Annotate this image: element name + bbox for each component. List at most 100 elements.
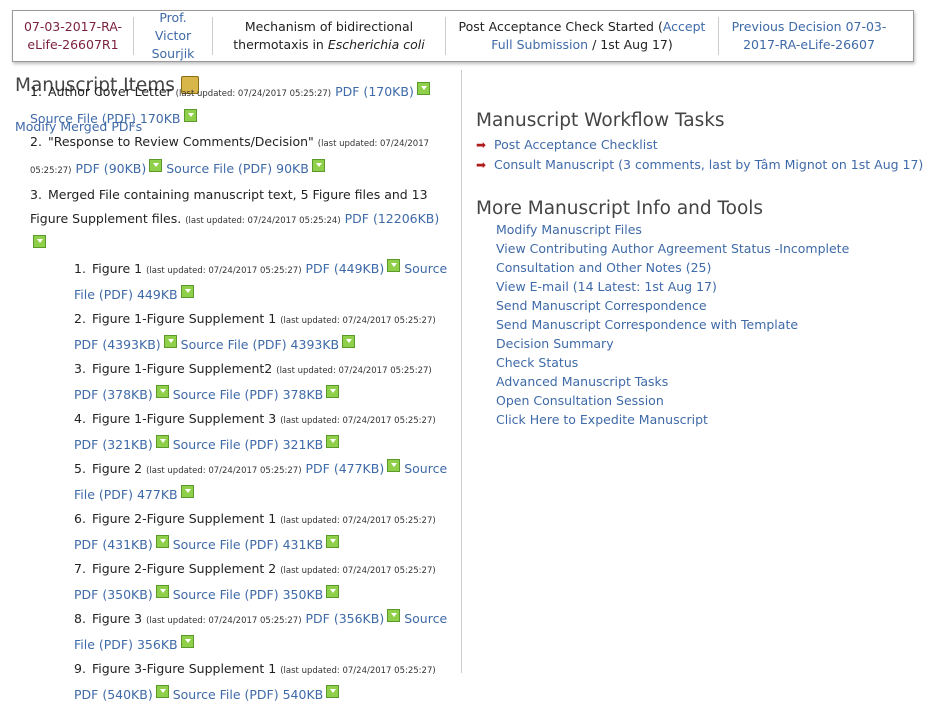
green-download-icon[interactable] [180, 285, 194, 298]
item-label: Figure 1-Figure Supplement 1 [91, 310, 277, 326]
tool-item: Advanced Manuscript Tasks [496, 372, 926, 391]
pdf-link[interactable]: PDF (477KB) [306, 461, 385, 476]
author-link[interactable]: Prof. Victor Sourjik [134, 9, 212, 63]
pdf-link[interactable]: PDF (356KB) [306, 611, 385, 626]
source-file-link[interactable]: Source File (PDF) 4393KB [181, 337, 339, 352]
green-download-icon[interactable] [416, 82, 430, 95]
workflow-task: ➡ Post Acceptance Checklist [476, 135, 926, 155]
green-download-icon[interactable] [326, 585, 340, 598]
tool-link[interactable]: Modify Manuscript Files [496, 222, 642, 237]
item-number: 6. [74, 510, 86, 526]
tool-item: Consultation and Other Notes (25) [496, 258, 926, 277]
tool-item: View Contributing Author Agreement Statu… [496, 239, 926, 258]
previous-decision-link[interactable]: Previous Decision 07-03-2017-RA-eLife-26… [719, 18, 899, 54]
pdf-link[interactable]: PDF (378KB) [74, 387, 153, 402]
task-link[interactable]: Post Acceptance Checklist [494, 137, 658, 152]
manuscript-item: 2. "Response to Review Comments/Decision… [30, 130, 455, 183]
last-updated: (last updated: 07/24/2017 05:25:27) [146, 615, 302, 626]
tools-heading: More Manuscript Info and Tools [476, 198, 764, 219]
item-number: 2. [30, 134, 42, 149]
item-number: 9. [74, 660, 86, 676]
green-download-icon[interactable] [387, 258, 401, 272]
last-updated: (last updated: 07/24/2017 05:25:27) [280, 515, 436, 526]
tool-item: Open Consultation Session [496, 391, 926, 410]
green-download-icon[interactable] [149, 158, 163, 172]
green-download-icon[interactable] [155, 685, 169, 698]
manuscript-id: 07-03-2017-RA-eLife-26607R1 [23, 19, 123, 52]
source-file-link[interactable]: Source File (PDF) 378KB [173, 387, 324, 402]
green-download-icon[interactable] [311, 158, 325, 172]
tool-link[interactable]: Check Status [496, 355, 578, 370]
pdf-link[interactable]: PDF (321KB) [74, 437, 153, 452]
item-label: Figure 2-Figure Supplement 1 [91, 510, 277, 526]
green-download-icon[interactable] [155, 535, 169, 548]
task-link[interactable]: Consult Manuscript (3 comments, last by … [494, 157, 923, 172]
last-updated: (last updated: 07/24/2017 05:25:27) [146, 465, 302, 476]
pdf-link[interactable]: PDF (170KB) [335, 84, 414, 99]
manuscript-title: Mechanism of bidirectional thermotaxis i… [233, 19, 425, 52]
green-download-icon[interactable] [155, 585, 169, 598]
green-download-icon[interactable] [326, 435, 340, 448]
manuscript-item: 1. Author Cover Letter (last updated: 07… [30, 80, 455, 130]
figure-item: 4. Figure 1-Figure Supplement 3 (last up… [74, 407, 455, 457]
green-download-icon[interactable] [326, 385, 340, 398]
green-download-icon[interactable] [155, 435, 169, 448]
green-download-icon[interactable] [326, 685, 340, 698]
tool-link[interactable]: Send Manuscript Correspondence with Temp… [496, 317, 798, 332]
tool-link[interactable]: Click Here to Expedite Manuscript [496, 412, 708, 427]
manuscript-items-list: 1. Author Cover Letter (last updated: 07… [30, 80, 455, 707]
green-download-icon[interactable] [163, 335, 177, 348]
source-file-link[interactable]: Source File (PDF) 431KB [173, 537, 324, 552]
green-download-icon[interactable] [183, 108, 197, 122]
tool-link[interactable]: View E-mail (14 Latest: 1st Aug 17) [496, 279, 717, 294]
source-file-link[interactable]: Source File (PDF) 170KB [30, 111, 181, 126]
pdf-link[interactable]: PDF (431KB) [74, 537, 153, 552]
source-file-link[interactable]: Source File (PDF) 540KB [173, 687, 324, 702]
source-file-link[interactable]: Source File (PDF) 90KB [166, 161, 309, 176]
green-download-icon[interactable] [180, 635, 194, 648]
item-label: Figure 1-Figure Supplement2 [91, 360, 273, 376]
tool-link[interactable]: Consultation and Other Notes (25) [496, 260, 711, 275]
item-label: Figure 3-Figure Supplement 1 [91, 660, 277, 676]
figure-item: 1. Figure 1 (last updated: 07/24/2017 05… [74, 257, 455, 307]
item-number: 1. [74, 260, 86, 276]
manuscript-item: 3. Merged File containing manuscript tex… [30, 183, 455, 257]
last-updated: (last updated: 07/24/2017 05:25:27) [280, 665, 436, 676]
green-download-icon[interactable] [387, 458, 401, 472]
pdf-link[interactable]: PDF (540KB) [74, 687, 153, 702]
tool-link[interactable]: Open Consultation Session [496, 393, 664, 408]
item-label: Figure 1-Figure Supplement 3 [91, 410, 277, 426]
last-updated: (last updated: 07/24/2017 05:25:27) [146, 265, 302, 276]
green-download-icon[interactable] [33, 235, 46, 248]
tool-link[interactable]: View Contributing Author Agreement Statu… [496, 241, 849, 256]
pdf-link[interactable]: PDF (12206KB) [345, 211, 440, 226]
green-download-icon[interactable] [342, 335, 356, 348]
tool-link[interactable]: Advanced Manuscript Tasks [496, 374, 668, 389]
source-file-link[interactable]: Source File (PDF) 321KB [173, 437, 324, 452]
workflow-tasks-heading: Manuscript Workflow Tasks [476, 110, 725, 131]
item-label: Figure 1 [91, 260, 143, 276]
item-number: 4. [74, 410, 86, 426]
pdf-link[interactable]: PDF (449KB) [306, 261, 385, 276]
green-download-icon[interactable] [326, 535, 340, 548]
last-updated: (last updated: 07/24/2017 05:25:27) [276, 365, 432, 376]
pdf-link[interactable]: PDF (90KB) [75, 161, 146, 176]
tool-item: Send Manuscript Correspondence [496, 296, 926, 315]
workflow-task: ➡ Consult Manuscript (3 comments, last b… [476, 155, 926, 175]
green-download-icon[interactable] [387, 608, 401, 622]
workflow-panel: Manuscript Workflow Tasks ➡ Post Accepta… [476, 110, 926, 429]
green-download-icon[interactable] [155, 385, 169, 398]
pdf-link[interactable]: PDF (350KB) [74, 587, 153, 602]
figure-item: 2. Figure 1-Figure Supplement 1 (last up… [74, 307, 455, 357]
item-number: 8. [74, 610, 86, 626]
pdf-link[interactable]: PDF (4393KB) [74, 337, 161, 352]
tools-list: Modify Manuscript Files View Contributing… [496, 220, 926, 429]
source-file-link[interactable]: Source File (PDF) 350KB [173, 587, 324, 602]
tool-link[interactable]: Decision Summary [496, 336, 614, 351]
figure-item: 3. Figure 1-Figure Supplement2 (last upd… [74, 357, 455, 407]
last-updated: (last updated: 07/24/2017 05:25:27) [175, 89, 332, 99]
tool-link[interactable]: Send Manuscript Correspondence [496, 298, 707, 313]
panel-divider [461, 70, 462, 673]
green-download-icon[interactable] [180, 485, 194, 498]
item-label: Figure 2-Figure Supplement 2 [91, 560, 277, 576]
